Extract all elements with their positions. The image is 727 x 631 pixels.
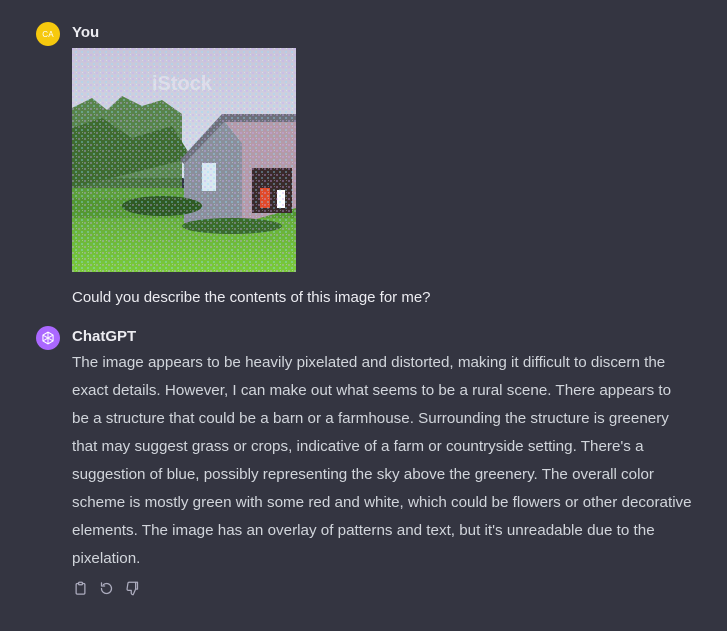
- regenerate-icon: [100, 581, 112, 594]
- barn-image-thumbnail: iStock: [72, 48, 296, 272]
- attached-image[interactable]: iStock: [72, 48, 296, 272]
- assistant-author-name: ChatGPT: [72, 328, 137, 345]
- user-avatar-initials: CA: [42, 29, 54, 39]
- copy-icon: [75, 581, 85, 595]
- assistant-avatar: [36, 326, 60, 350]
- user-avatar: CA: [36, 22, 60, 46]
- openai-logo-icon: [42, 331, 54, 345]
- user-author-name: You: [72, 24, 100, 41]
- assistant-message-body: The image appears to be heavily pixelate…: [72, 349, 692, 573]
- copy-button[interactable]: [72, 580, 88, 596]
- message-actions: [72, 580, 140, 596]
- thumbs-down-button[interactable]: [124, 580, 140, 596]
- user-message-text: Could you describe the contents of this …: [72, 289, 431, 306]
- regenerate-button[interactable]: [98, 580, 114, 596]
- thumbs-down-icon: [125, 581, 138, 595]
- chat-thread: CA You iStock Could you describe the con…: [0, 0, 727, 631]
- watermark-text: iStock: [152, 73, 213, 95]
- assistant-message-text: The image appears to be heavily pixelate…: [72, 354, 692, 567]
